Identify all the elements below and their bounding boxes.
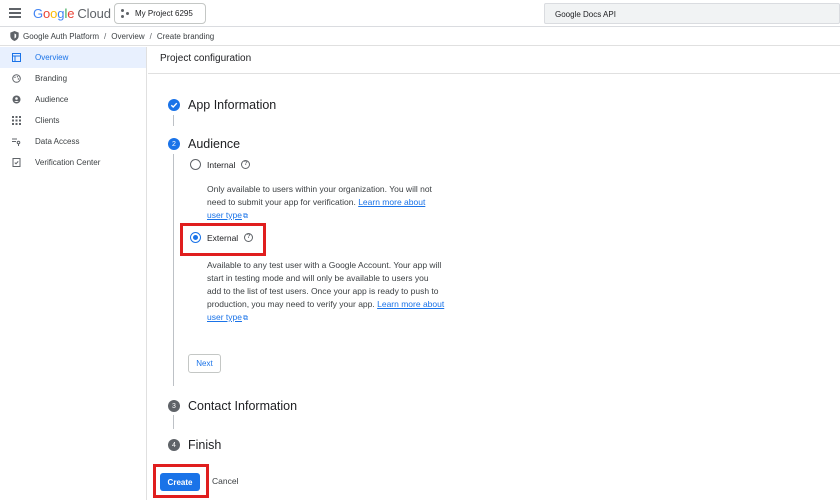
sidebar-item-label: Audience <box>35 95 69 104</box>
main-content: Project configuration App Information 2 … <box>148 47 840 500</box>
key-list-icon <box>12 137 21 146</box>
person-icon <box>12 95 21 104</box>
stepper-line <box>173 115 174 126</box>
sidebar-item-label: Branding <box>35 74 68 83</box>
sidebar-item-branding[interactable]: Branding <box>0 68 146 89</box>
breadcrumb-create-branding: Create branding <box>156 31 215 41</box>
project-picker-label: My Project 6295 <box>135 9 193 18</box>
breadcrumb-auth-platform[interactable]: Google Auth Platform <box>23 32 99 41</box>
highlight-create-button <box>153 464 209 498</box>
step-label: Audience <box>188 137 241 151</box>
google-cloud-logo[interactable]: Google Cloud <box>33 6 111 21</box>
step-number-badge: 4 <box>168 439 180 451</box>
external-description: Available to any test user with a Google… <box>207 259 469 325</box>
stepper-line <box>173 154 174 386</box>
step-label: Contact Information <box>188 399 298 413</box>
user-type-link[interactable]: user type <box>207 312 242 322</box>
sidebar: Overview Branding Audience Clients Data … <box>0 47 147 500</box>
title-divider <box>148 73 840 74</box>
desc-line: Only available to users within your orga… <box>207 184 432 194</box>
check-icon <box>168 99 180 111</box>
desc-line: production, you may need to verify your … <box>207 299 378 309</box>
step-label: App Information <box>188 98 277 112</box>
breadcrumb-overview[interactable]: Overview <box>111 32 144 41</box>
sidebar-item-verification-center[interactable]: Verification Center <box>0 152 146 173</box>
cancel-button[interactable]: Cancel <box>212 476 238 486</box>
help-icon[interactable]: ? <box>241 160 251 169</box>
breadcrumb-separator: / <box>104 31 107 41</box>
shield-icon <box>10 31 19 41</box>
desc-line: start in testing mode and will only be a… <box>207 273 429 283</box>
step-app-information[interactable]: App Information <box>168 98 276 112</box>
search-input[interactable]: Google Docs API <box>544 3 840 24</box>
step-finish[interactable]: 4 Finish <box>168 438 221 452</box>
external-link-icon: ⧉ <box>242 213 248 220</box>
step-contact-information[interactable]: 3 Contact Information <box>168 399 297 413</box>
breadcrumb-separator: / <box>149 31 152 41</box>
external-link-icon: ⧉ <box>242 315 248 322</box>
project-icon <box>121 9 130 18</box>
verified-icon <box>12 158 21 167</box>
breadcrumb: Google Auth Platform / Overview / Create… <box>0 27 840 46</box>
palette-icon <box>12 74 21 83</box>
top-bar: Google Cloud My Project 6295 Google Docs … <box>0 0 840 27</box>
internal-option[interactable]: Internal ? <box>190 159 251 170</box>
menu-icon[interactable] <box>9 8 21 18</box>
search-value: Google Docs API <box>555 10 616 19</box>
desc-line: Available to any test user with a Google… <box>207 260 442 270</box>
highlight-external-option <box>180 223 266 256</box>
step-label: Finish <box>188 438 222 452</box>
learn-more-link[interactable]: Learn more about <box>377 299 444 309</box>
step-number-badge: 3 <box>168 400 180 412</box>
desc-line: add to the list of test users. Once your… <box>207 286 439 296</box>
sidebar-item-label: Verification Center <box>35 158 101 167</box>
sidebar-item-label: Clients <box>35 116 60 125</box>
sidebar-item-data-access[interactable]: Data Access <box>0 131 146 152</box>
project-picker-button[interactable]: My Project 6295 <box>114 3 206 24</box>
stepper-line <box>173 415 174 429</box>
internal-label: Internal <box>207 159 236 170</box>
sidebar-item-overview[interactable]: Overview <box>0 47 146 68</box>
internal-description: Only available to users within your orga… <box>207 183 469 223</box>
sidebar-item-label: Data Access <box>35 137 80 146</box>
page-title: Project configuration <box>160 53 252 64</box>
step-number-badge: 2 <box>168 138 180 150</box>
step-audience[interactable]: 2 Audience <box>168 137 240 151</box>
desc-line: need to submit your app for verification… <box>207 197 359 207</box>
learn-more-link[interactable]: Learn more about <box>358 197 425 207</box>
user-type-link[interactable]: user type <box>207 210 242 220</box>
internal-radio[interactable] <box>190 159 201 170</box>
grid-icon <box>12 53 21 62</box>
sidebar-item-audience[interactable]: Audience <box>0 89 146 110</box>
sidebar-item-clients[interactable]: Clients <box>0 110 146 131</box>
apps-icon <box>12 116 21 125</box>
next-button[interactable]: Next <box>188 354 221 373</box>
sidebar-item-label: Overview <box>35 53 69 62</box>
